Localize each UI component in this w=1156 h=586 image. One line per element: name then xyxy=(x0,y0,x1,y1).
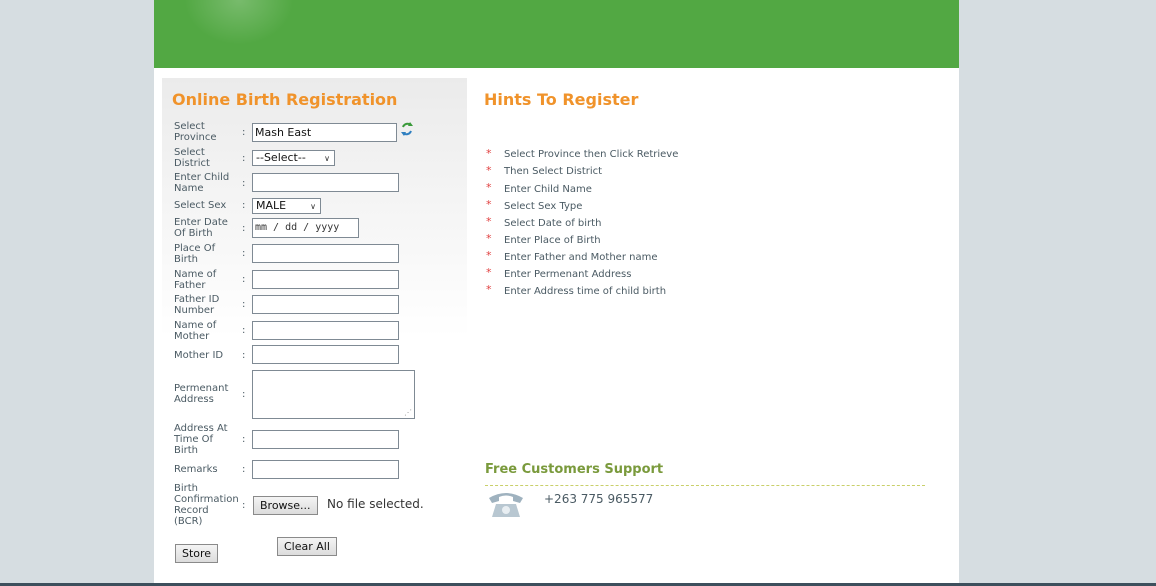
hint-marker: * xyxy=(486,164,492,177)
hint-item: Enter Address time of child birth xyxy=(504,286,667,297)
hint-item: Select Province then Click Retrieve xyxy=(504,149,679,160)
form-title: Online Birth Registration xyxy=(172,90,398,109)
colon: : xyxy=(242,127,246,138)
colon: : xyxy=(242,299,246,310)
father-id-input[interactable] xyxy=(252,295,399,314)
hint-item: Enter Permenant Address xyxy=(504,269,632,280)
remarks-input[interactable] xyxy=(252,460,399,479)
father-id-label: Father ID Number xyxy=(174,294,220,316)
header-banner xyxy=(154,0,959,68)
hint-marker: * xyxy=(486,249,492,262)
hint-item: Enter Child Name xyxy=(504,184,592,195)
permanent-address-label: Permenant Address xyxy=(174,383,229,405)
hint-item: Select Date of birth xyxy=(504,218,602,229)
resize-handle-icon[interactable]: ⋰ xyxy=(404,409,412,417)
support-title: Free Customers Support xyxy=(485,462,664,477)
telephone-icon xyxy=(486,488,526,520)
bcr-label: Birth Confirmation Record (BCR) xyxy=(174,483,239,527)
mother-id-label: Mother ID xyxy=(174,350,224,361)
permanent-address-textarea[interactable]: ⋰ xyxy=(252,370,415,419)
colon: : xyxy=(242,325,246,336)
chevron-down-icon: ∨ xyxy=(324,154,330,163)
colon: : xyxy=(242,178,246,189)
hint-item: Enter Place of Birth xyxy=(504,235,601,246)
colon: : xyxy=(242,464,246,475)
mother-name-label: Name of Mother xyxy=(174,320,217,342)
support-phone-number: +263 775 965577 xyxy=(544,492,654,506)
refresh-arrows-icon[interactable] xyxy=(400,121,414,137)
hint-marker: * xyxy=(486,198,492,211)
support-divider xyxy=(485,485,925,486)
hint-marker: * xyxy=(486,147,492,160)
store-button[interactable]: Store xyxy=(175,544,219,563)
hint-item: Then Select District xyxy=(504,166,603,177)
hints-title: Hints To Register xyxy=(484,90,639,109)
colon: : xyxy=(242,434,246,445)
district-select[interactable]: --Select-- ∨ xyxy=(252,150,335,166)
colon: : xyxy=(242,153,246,164)
chevron-down-icon: ∨ xyxy=(310,202,316,211)
sex-select[interactable]: MALE ∨ xyxy=(252,198,321,214)
hint-marker: * xyxy=(486,181,492,194)
hint-item: Enter Father and Mother name xyxy=(504,252,658,263)
father-name-input[interactable] xyxy=(252,270,399,289)
place-of-birth-input[interactable] xyxy=(252,244,399,263)
colon: : xyxy=(242,389,246,400)
clear-all-button[interactable]: Clear All xyxy=(277,537,337,556)
page-container: Online Birth Registration Select Provinc… xyxy=(154,0,959,586)
colon: : xyxy=(242,350,246,361)
address-at-birth-input[interactable] xyxy=(252,430,399,449)
province-input[interactable] xyxy=(252,123,397,142)
hint-marker: * xyxy=(486,283,492,296)
child-name-input[interactable] xyxy=(252,173,399,192)
hint-marker: * xyxy=(486,266,492,279)
hint-marker: * xyxy=(486,232,492,245)
district-label: Select District xyxy=(174,147,210,169)
remarks-label: Remarks xyxy=(174,464,218,475)
dob-label: Enter Date Of Birth xyxy=(174,217,228,239)
father-name-label: Name of Father xyxy=(174,269,217,291)
banner-decoration xyxy=(184,0,294,45)
dob-placeholder: mm / dd / yyyy xyxy=(255,222,340,233)
dob-input[interactable]: mm / dd / yyyy xyxy=(252,218,359,238)
place-of-birth-label: Place Of Birth xyxy=(174,243,216,265)
colon: : xyxy=(242,223,246,234)
colon: : xyxy=(242,248,246,259)
colon: : xyxy=(242,274,246,285)
mother-id-input[interactable] xyxy=(252,345,399,364)
browse-button[interactable]: Browse... xyxy=(253,496,318,515)
hint-marker: * xyxy=(486,215,492,228)
hint-item: Select Sex Type xyxy=(504,201,583,212)
province-label: Select Province xyxy=(174,121,217,143)
mother-name-input[interactable] xyxy=(252,321,399,340)
sex-label: Select Sex xyxy=(174,200,227,211)
sex-select-value: MALE xyxy=(256,199,287,212)
child-name-label: Enter Child Name xyxy=(174,172,230,194)
colon: : xyxy=(242,500,246,511)
address-at-birth-label: Address At Time Of Birth xyxy=(174,423,228,456)
file-status-text: No file selected. xyxy=(327,497,424,511)
colon: : xyxy=(242,200,246,211)
district-select-value: --Select-- xyxy=(256,151,306,164)
